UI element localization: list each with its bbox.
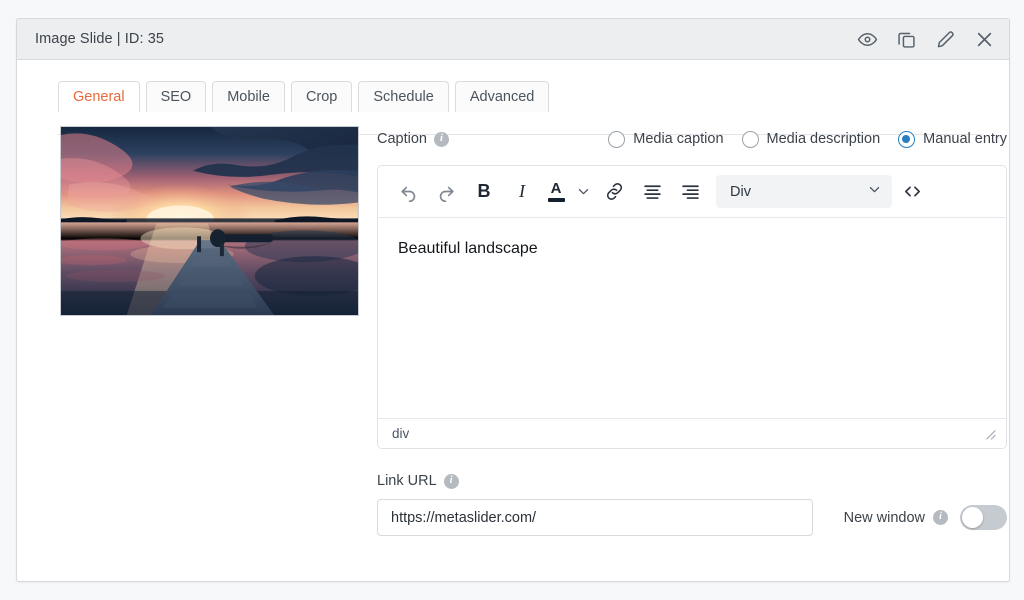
panel-title: Image Slide | ID: 35 bbox=[35, 31, 856, 47]
editor-element-path: div bbox=[392, 426, 409, 441]
link-url-label: Link URL bbox=[377, 473, 437, 489]
italic-button[interactable]: I bbox=[504, 175, 540, 209]
text-color-letter: A bbox=[551, 182, 562, 196]
edit-icon[interactable] bbox=[934, 28, 956, 50]
link-url-info-icon[interactable]: i bbox=[444, 474, 459, 489]
radio-media-description[interactable]: Media description bbox=[742, 131, 881, 148]
caption-row: Caption i Media caption Media descriptio… bbox=[377, 126, 1007, 152]
caption-label-group: Caption i bbox=[377, 131, 449, 147]
block-format-select[interactable]: Div bbox=[716, 175, 892, 208]
toggle-knob bbox=[962, 507, 983, 528]
caption-source-radiogroup: Media caption Media description Manual e… bbox=[608, 131, 1007, 148]
caption-editor-content[interactable]: Beautiful landscape bbox=[378, 218, 1006, 418]
titlebar-actions bbox=[856, 28, 995, 50]
tab-mobile[interactable]: Mobile bbox=[212, 81, 285, 112]
text-color-swatch bbox=[548, 198, 565, 202]
chevron-down-icon[interactable] bbox=[572, 175, 594, 209]
radio-manual-entry[interactable]: Manual entry bbox=[898, 131, 1007, 148]
tab-label: General bbox=[73, 89, 125, 105]
link-url-input[interactable] bbox=[377, 499, 813, 536]
duplicate-icon[interactable] bbox=[895, 28, 917, 50]
tab-label: Crop bbox=[306, 89, 337, 105]
new-window-info-icon[interactable]: i bbox=[933, 510, 948, 525]
tab-label: SEO bbox=[161, 89, 192, 105]
resize-handle-icon[interactable] bbox=[983, 427, 996, 440]
slide-editor-panel: Image Slide | ID: 35 bbox=[16, 18, 1010, 582]
tab-label: Mobile bbox=[227, 89, 270, 105]
tab-general[interactable]: General bbox=[58, 81, 140, 112]
tab-schedule[interactable]: Schedule bbox=[358, 81, 448, 112]
caption-label: Caption bbox=[377, 131, 427, 147]
editor-toolbar: B I A bbox=[378, 166, 1006, 218]
source-code-icon[interactable] bbox=[894, 175, 930, 209]
radio-media-caption[interactable]: Media caption bbox=[608, 131, 723, 148]
editor-status-bar: div bbox=[378, 418, 1006, 448]
link-url-label-group: Link URL i bbox=[377, 473, 1007, 489]
close-icon[interactable] bbox=[973, 28, 995, 50]
block-format-value: Div bbox=[730, 184, 867, 200]
chevron-down-icon bbox=[867, 182, 882, 201]
tab-label: Advanced bbox=[470, 89, 535, 105]
radio-dot bbox=[608, 131, 625, 148]
new-window-toggle[interactable] bbox=[960, 505, 1007, 530]
new-window-label: New window bbox=[844, 510, 925, 526]
slide-thumbnail-image bbox=[61, 127, 358, 316]
align-left-icon[interactable] bbox=[634, 175, 670, 209]
align-right-icon[interactable] bbox=[672, 175, 708, 209]
new-window-group: New window i bbox=[844, 505, 1007, 530]
tab-label: Schedule bbox=[373, 89, 433, 105]
tab-seo[interactable]: SEO bbox=[146, 81, 207, 112]
redo-icon[interactable] bbox=[428, 175, 464, 209]
radio-dot bbox=[898, 131, 915, 148]
panel-titlebar: Image Slide | ID: 35 bbox=[17, 19, 1009, 60]
radio-label: Media caption bbox=[633, 131, 723, 147]
caption-info-icon[interactable]: i bbox=[434, 132, 449, 147]
link-icon[interactable] bbox=[596, 175, 632, 209]
tab-crop[interactable]: Crop bbox=[291, 81, 352, 112]
general-fields-column: Caption i Media caption Media descriptio… bbox=[377, 126, 1007, 536]
radio-label: Manual entry bbox=[923, 131, 1007, 147]
text-color-button[interactable]: A bbox=[542, 175, 570, 209]
radio-dot bbox=[742, 131, 759, 148]
slide-thumbnail[interactable] bbox=[60, 126, 359, 316]
tab-advanced[interactable]: Advanced bbox=[455, 81, 550, 112]
radio-label: Media description bbox=[767, 131, 881, 147]
preview-icon[interactable] bbox=[856, 28, 878, 50]
undo-icon[interactable] bbox=[390, 175, 426, 209]
tabstrip: General SEO Mobile Crop Schedule Advance… bbox=[58, 80, 1009, 112]
caption-rich-text-editor: B I A bbox=[377, 165, 1007, 449]
bold-button[interactable]: B bbox=[466, 175, 502, 209]
link-url-row: New window i bbox=[377, 499, 1007, 536]
